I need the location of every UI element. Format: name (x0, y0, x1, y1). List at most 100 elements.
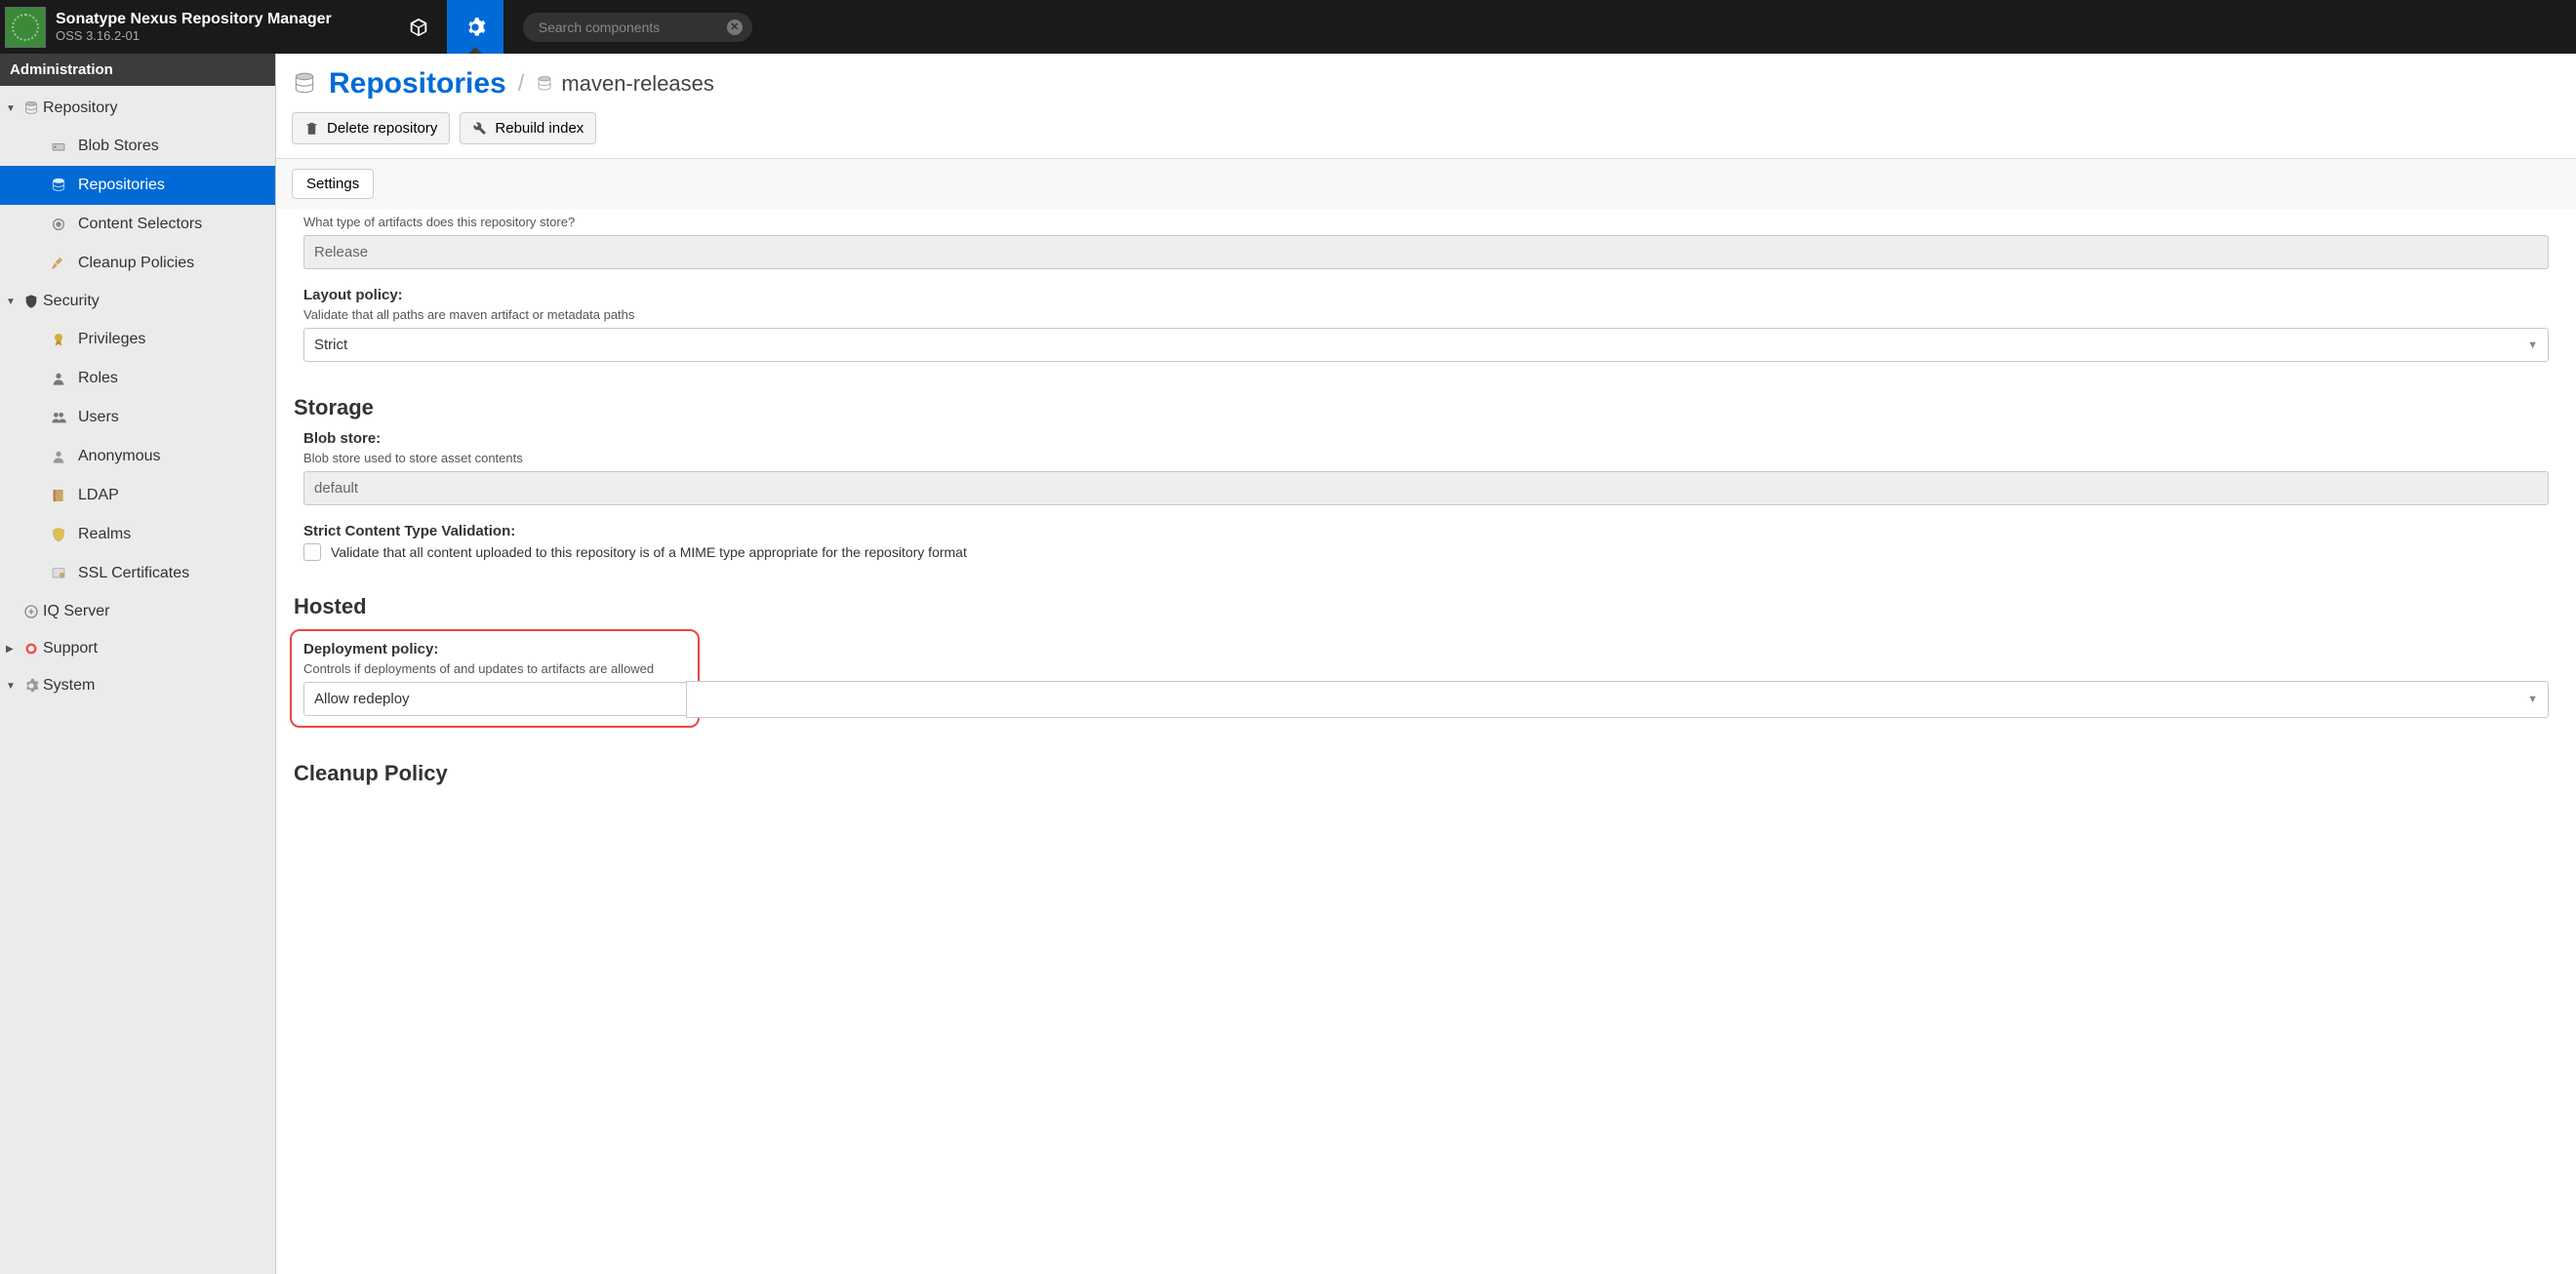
certificate-icon (49, 566, 68, 581)
breadcrumb-current: maven-releases (561, 71, 714, 97)
sidebar-cat-label: Support (43, 640, 98, 657)
deployment-policy-hint: Controls if deployments of and updates t… (303, 661, 686, 676)
strict-validation-hint: Validate that all content uploaded to th… (331, 544, 967, 560)
sidebar-cat-label: Security (43, 293, 100, 310)
badge-icon (49, 332, 68, 347)
wrench-icon (472, 121, 487, 136)
sidebar-cat-repository[interactable]: ▼ Repository (0, 90, 275, 127)
sidebar-item-realms[interactable]: Realms (0, 515, 275, 554)
breadcrumb-separator: / (518, 70, 525, 98)
cube-icon (408, 17, 429, 38)
product-logo (5, 7, 46, 48)
strict-validation-checkbox[interactable] (303, 543, 321, 561)
sidebar-cat-system[interactable]: ▼ System (0, 667, 275, 704)
action-bar: Delete repository Rebuild index (276, 106, 2576, 158)
anonymous-icon (49, 449, 68, 464)
browse-mode-button[interactable] (390, 0, 447, 54)
broom-icon (49, 256, 68, 271)
deployment-policy-highlight: Deployment policy: Controls if deploymen… (290, 629, 700, 728)
sidebar-item-ssl-certificates[interactable]: SSL Certificates (0, 554, 275, 593)
sidebar-item-ldap[interactable]: LDAP (0, 476, 275, 515)
sidebar-cat-support[interactable]: ▶ Support (0, 630, 275, 667)
deployment-policy-label: Deployment policy: (303, 641, 686, 657)
deployment-policy-select[interactable]: Allow redeploy (303, 682, 686, 716)
sidebar-item-privileges[interactable]: Privileges (0, 320, 275, 359)
gear-icon (20, 678, 43, 694)
field-value: Release (314, 244, 368, 260)
drive-icon (49, 139, 68, 154)
database-icon (536, 75, 553, 93)
tab-settings[interactable]: Settings (292, 169, 374, 199)
tabs-bar: Settings (276, 158, 2576, 209)
select-value: Strict (314, 337, 347, 353)
sidebar-cat-label: Repository (43, 100, 117, 117)
breadcrumb: Repositories / maven-releases (276, 54, 2576, 106)
sidebar-item-cleanup-policies[interactable]: Cleanup Policies (0, 244, 275, 283)
strict-validation-label: Strict Content Type Validation: (303, 523, 2549, 539)
sidebar-item-anonymous[interactable]: Anonymous (0, 437, 275, 476)
database-icon (49, 178, 68, 193)
book-icon (49, 488, 68, 503)
user-icon (49, 371, 68, 386)
chevron-down-icon: ▼ (6, 297, 20, 307)
sidebar-cat-label: System (43, 677, 95, 695)
artifact-type-field: Release (303, 235, 2549, 269)
database-icon (292, 71, 317, 97)
delete-repository-button[interactable]: Delete repository (292, 112, 450, 144)
sidebar-cat-label: IQ Server (43, 603, 109, 620)
sidebar-item-label: Realms (78, 526, 131, 543)
button-label: Rebuild index (495, 120, 584, 137)
sidebar-item-label: Privileges (78, 331, 145, 348)
database-icon (20, 100, 43, 116)
shield-icon (49, 527, 68, 542)
iq-icon (20, 604, 43, 619)
sidebar-item-label: Content Selectors (78, 216, 202, 233)
main-content: Repositories / maven-releases Delete rep… (276, 54, 2576, 1274)
button-label: Delete repository (327, 120, 437, 137)
rebuild-index-button[interactable]: Rebuild index (460, 112, 596, 144)
search-input[interactable] (539, 20, 727, 35)
chevron-down-icon: ▼ (2527, 694, 2538, 705)
field-value: default (314, 480, 358, 497)
gear-icon (464, 17, 486, 38)
trash-icon (304, 121, 319, 136)
admin-header: Administration (0, 54, 275, 86)
product-info: Sonatype Nexus Repository Manager OSS 3.… (56, 10, 332, 44)
product-version: OSS 3.16.2-01 (56, 28, 332, 44)
target-icon (49, 217, 68, 232)
sidebar: Administration ▼ Repository Blob Stores (0, 54, 276, 1274)
sidebar-item-content-selectors[interactable]: Content Selectors (0, 205, 275, 244)
sidebar-item-label: Cleanup Policies (78, 255, 194, 272)
hosted-heading: Hosted (294, 578, 2549, 629)
lifebuoy-icon (20, 641, 43, 657)
blob-store-field: default (303, 471, 2549, 505)
search-box[interactable]: ✕ (523, 13, 752, 42)
select-value: Allow redeploy (314, 691, 410, 707)
sidebar-item-label: Anonymous (78, 448, 161, 465)
sidebar-item-label: Users (78, 409, 119, 426)
sidebar-item-blob-stores[interactable]: Blob Stores (0, 127, 275, 166)
sidebar-item-repositories[interactable]: Repositories (0, 166, 275, 205)
storage-heading: Storage (294, 379, 2549, 430)
sidebar-item-label: LDAP (78, 487, 119, 504)
sidebar-item-label: Roles (78, 370, 118, 387)
shield-icon (20, 294, 43, 309)
chevron-right-icon: ▶ (6, 644, 20, 655)
layout-policy-hint: Validate that all paths are maven artifa… (303, 307, 2549, 322)
layout-policy-select[interactable]: Strict ▼ (303, 328, 2549, 362)
breadcrumb-root[interactable]: Repositories (329, 67, 506, 100)
sidebar-cat-iq-server[interactable]: IQ Server (0, 593, 275, 630)
artifact-type-hint: What type of artifacts does this reposit… (303, 215, 2549, 229)
clear-search-icon[interactable]: ✕ (727, 20, 743, 35)
admin-mode-button[interactable] (447, 0, 503, 54)
sidebar-item-users[interactable]: Users (0, 398, 275, 437)
deployment-policy-select-ext[interactable]: ▼ (686, 681, 2549, 718)
sidebar-item-roles[interactable]: Roles (0, 359, 275, 398)
chevron-down-icon: ▼ (2527, 339, 2538, 351)
blob-store-hint: Blob store used to store asset contents (303, 451, 2549, 465)
chevron-down-icon: ▼ (6, 681, 20, 692)
sidebar-item-label: Repositories (78, 177, 165, 194)
sidebar-item-label: SSL Certificates (78, 565, 189, 582)
sidebar-cat-security[interactable]: ▼ Security (0, 283, 275, 320)
topbar: Sonatype Nexus Repository Manager OSS 3.… (0, 0, 2576, 54)
